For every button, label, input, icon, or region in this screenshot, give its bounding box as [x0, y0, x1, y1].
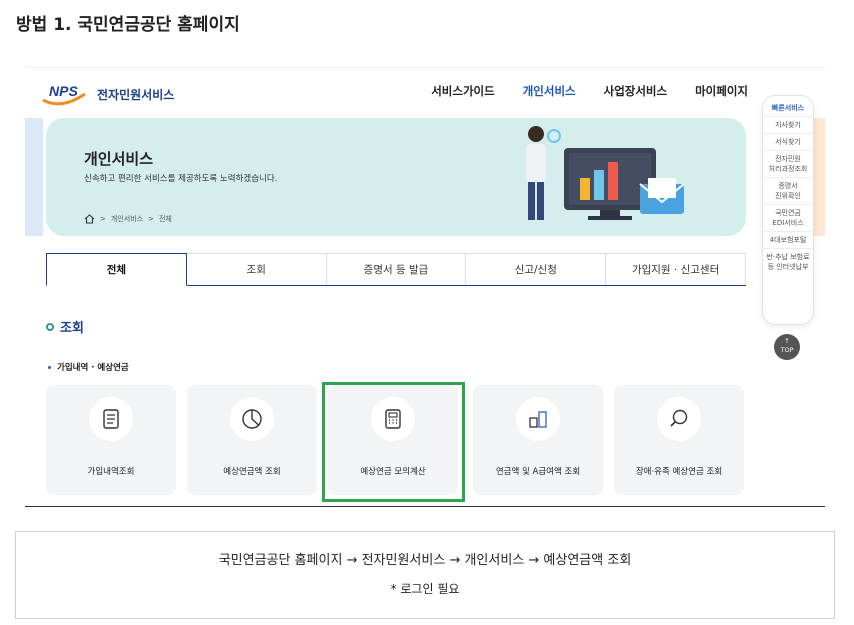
- quick-cert-verify-label: 증명서 진위확인: [775, 182, 801, 200]
- breadcrumb-separator: >: [100, 215, 106, 223]
- nav-service-guide[interactable]: 서비스가이드: [431, 83, 494, 99]
- quick-online-payment[interactable]: 반·추납 보험료 등 인터넷납부: [763, 249, 813, 275]
- nav-my-page[interactable]: 마이페이지: [695, 83, 748, 99]
- nav-business-service[interactable]: 사업장서비스: [604, 83, 667, 99]
- quick-menu: 빠른서비스 지사찾기 서식찾기 전자민원 처리과정조회 증명서 진위확인 국민연…: [762, 95, 814, 325]
- quick-civil-process[interactable]: 전자민원 처리과정조회: [763, 151, 813, 178]
- section-title-text: 조회: [60, 321, 84, 336]
- service-tabs: 전체 조회 증명서 등 발급 신고/신청 가입지원 · 신고센터: [46, 253, 746, 286]
- highlight-box: [322, 382, 465, 502]
- card-pension-a-benefit[interactable]: 연금액 및 A급여액 조회: [473, 385, 603, 495]
- quick-edi-service-label: 국민연금 EDI서비스: [772, 209, 804, 227]
- magnifier-icon: [657, 397, 701, 441]
- arrow-up-icon: ↑: [784, 337, 790, 345]
- tab-certificate[interactable]: 증명서 등 발급: [326, 253, 467, 285]
- breadcrumb-item-all[interactable]: 전체: [159, 214, 172, 224]
- caption-path: 국민연금공단 홈페이지 → 전자민원서비스 → 개인서비스 → 예상연금액 조회: [218, 553, 632, 568]
- card-subscription-history[interactable]: 가입내역조회: [46, 385, 176, 495]
- tab-all[interactable]: 전체: [46, 253, 187, 286]
- quick-find-form[interactable]: 서식찾기: [763, 134, 813, 151]
- nps-logo-icon: NPS: [41, 80, 93, 108]
- quick-edi-service[interactable]: 국민연금 EDI서비스: [763, 205, 813, 232]
- card-label: 가입내역조회: [87, 467, 135, 477]
- banner-description: 신속하고 편리한 서비스를 제공하도록 노력하겠습니다.: [84, 174, 278, 184]
- caption-box: 국민연금공단 홈페이지 → 전자민원서비스 → 개인서비스 → 예상연금액 조회…: [15, 531, 835, 619]
- nps-logo[interactable]: NPS 전자민원서비스: [41, 80, 174, 108]
- card-label: 장애·유족 예상연금 조회: [635, 467, 723, 477]
- banner-illustration: [526, 126, 685, 220]
- scroll-top-button[interactable]: ↑ TOP: [774, 334, 800, 360]
- card-expected-pension[interactable]: 예상연금액 조회: [187, 385, 317, 495]
- breadcrumb-item-personal[interactable]: 개인서비스: [111, 214, 143, 224]
- card-disability-survivor[interactable]: 장애·유족 예상연금 조회: [614, 385, 744, 495]
- ring-bullet-icon: [46, 322, 54, 331]
- pie-chart-icon: [230, 397, 274, 441]
- caption-note: * 로그인 필요: [390, 582, 460, 596]
- quick-menu-title: 빠른서비스: [763, 96, 813, 117]
- logo-wordmark: NPS: [49, 83, 78, 99]
- section-subtitle-text: 가입내역 · 예상연금: [57, 363, 129, 373]
- global-nav: 서비스가이드 개인서비스 사업장서비스 마이페이지: [431, 83, 748, 99]
- breadcrumb: > 개인서비스 > 전체: [84, 214, 172, 224]
- quick-cert-verify[interactable]: 증명서 진위확인: [763, 178, 813, 205]
- tab-support-center[interactable]: 가입지원 · 신고센터: [606, 253, 746, 285]
- page-banner: 개인서비스 신속하고 편리한 서비스를 제공하도록 노력하겠습니다. > 개인서…: [46, 118, 746, 236]
- section-subtitle: 가입내역 · 예상연금: [48, 361, 129, 373]
- quick-civil-process-label: 전자민원 처리과정조회: [768, 155, 808, 173]
- service-name: 전자민원서비스: [97, 87, 175, 102]
- dot-bullet-icon: [48, 365, 51, 369]
- home-icon[interactable]: [84, 214, 95, 224]
- document-icon: [89, 397, 133, 441]
- card-label: 예상연금액 조회: [223, 467, 281, 477]
- step-title: 방법 1. 국민연금공단 홈페이지: [16, 15, 240, 35]
- banner-edge-left: [25, 118, 43, 236]
- banner-title: 개인서비스: [84, 150, 154, 168]
- quick-online-payment-label: 반·추납 보험료 등 인터넷납부: [766, 253, 810, 271]
- nav-personal-service[interactable]: 개인서비스: [523, 83, 576, 99]
- top-label: TOP: [780, 346, 794, 354]
- section-title: 조회: [46, 317, 84, 336]
- tab-inquiry[interactable]: 조회: [186, 253, 327, 285]
- quick-insurance-portal[interactable]: 4대보험포털: [763, 232, 813, 249]
- quick-find-branch[interactable]: 지사찾기: [763, 117, 813, 134]
- tab-report[interactable]: 신고/신청: [466, 253, 607, 285]
- breadcrumb-separator: >: [148, 215, 154, 223]
- card-label: 연금액 및 A급여액 조회: [495, 467, 581, 477]
- bar-compare-icon: [516, 397, 560, 441]
- screenshot-divider: [25, 506, 825, 507]
